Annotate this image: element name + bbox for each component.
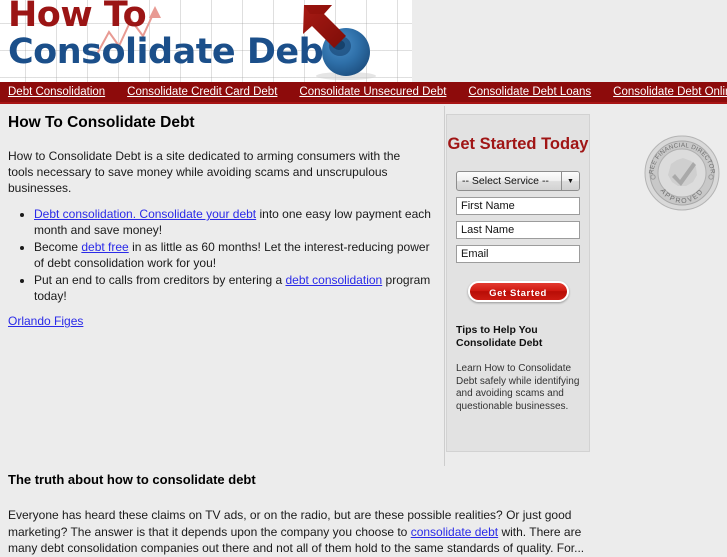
last-name-input[interactable] bbox=[456, 221, 580, 239]
nav-list: Debt Consolidation Consolidate Credit Ca… bbox=[0, 82, 727, 102]
service-select[interactable]: -- Select Service -- ▼ bbox=[456, 171, 580, 191]
bottom-section: The truth about how to consolidate debt … bbox=[8, 472, 708, 557]
content-sidebar-divider bbox=[444, 106, 445, 466]
link-consolidate-debt[interactable]: consolidate debt bbox=[411, 525, 498, 539]
get-started-button[interactable]: Get Started bbox=[467, 281, 569, 302]
link-debt-consolidation-primary[interactable]: Debt consolidation. Consolidate your deb… bbox=[34, 207, 256, 221]
first-name-input[interactable] bbox=[456, 197, 580, 215]
link-debt-consolidation-secondary[interactable]: debt consolidation bbox=[285, 273, 382, 287]
nav-item-consolidate-debt-loans[interactable]: Consolidate Debt Loans bbox=[468, 86, 591, 98]
email-input[interactable] bbox=[456, 245, 580, 263]
byline: Orlando Figes bbox=[8, 314, 440, 328]
link-debt-free[interactable]: debt free bbox=[81, 240, 128, 254]
bottom-section-title: The truth about how to consolidate debt bbox=[8, 472, 256, 487]
chevron-down-icon[interactable]: ▼ bbox=[561, 172, 579, 190]
submit-row: Get Started bbox=[456, 281, 580, 302]
link-author-orlando-figes[interactable]: Orlando Figes bbox=[8, 314, 83, 328]
list-item-text-pre: Become bbox=[34, 240, 82, 254]
list-item: Put an end to calls from creditors by en… bbox=[34, 272, 440, 304]
benefits-list: Debt consolidation. Consolidate your deb… bbox=[8, 206, 440, 304]
list-item: Become debt free in as little as 60 mont… bbox=[34, 239, 440, 271]
nav-item-consolidate-credit-card-debt[interactable]: Consolidate Credit Card Debt bbox=[127, 86, 277, 98]
chevron-down-glyph: ▼ bbox=[567, 177, 574, 185]
page-body: How To Consolidate Debt How to Consolida… bbox=[0, 106, 727, 555]
get-started-sidebar: Get Started Today -- Select Service -- ▼… bbox=[446, 114, 590, 452]
nav-item-consolidate-debt-online[interactable]: Consolidate Debt Online bbox=[613, 86, 727, 98]
page-title: How To Consolidate Debt bbox=[8, 114, 195, 131]
site-header: How To Consolidate Debt bbox=[0, 0, 412, 82]
main-content: How To Consolidate Debt How to Consolida… bbox=[8, 106, 440, 328]
intro-paragraph: How to Consolidate Debt is a site dedica… bbox=[8, 149, 401, 195]
nav-item-consolidate-unsecured-debt[interactable]: Consolidate Unsecured Debt bbox=[299, 86, 446, 98]
tips-heading: Tips to Help You Consolidate Debt bbox=[456, 324, 543, 349]
sidebar-title: Get Started Today bbox=[447, 135, 589, 153]
list-item: Debt consolidation. Consolidate your deb… bbox=[34, 206, 440, 238]
tips-body: Learn How to Consolidate Debt safely whi… bbox=[456, 363, 580, 412]
nav-item-debt-consolidation[interactable]: Debt Consolidation bbox=[8, 86, 105, 98]
bottom-section-body: Everyone has heard these claims on TV ad… bbox=[8, 507, 608, 557]
lead-capture-form: -- Select Service -- ▼ Get Started bbox=[456, 171, 580, 302]
tips-block: Tips to Help You Consolidate Debt Learn … bbox=[456, 324, 580, 413]
arrow-into-sphere-icon bbox=[303, 5, 376, 80]
list-item-text-pre: Put an end to calls from creditors by en… bbox=[34, 273, 286, 287]
free-financial-directory-approved-seal: FREE FINANCIAL DIRECTORY APPROVED bbox=[643, 134, 720, 211]
main-navigation: Debt Consolidation Consolidate Credit Ca… bbox=[0, 82, 727, 104]
